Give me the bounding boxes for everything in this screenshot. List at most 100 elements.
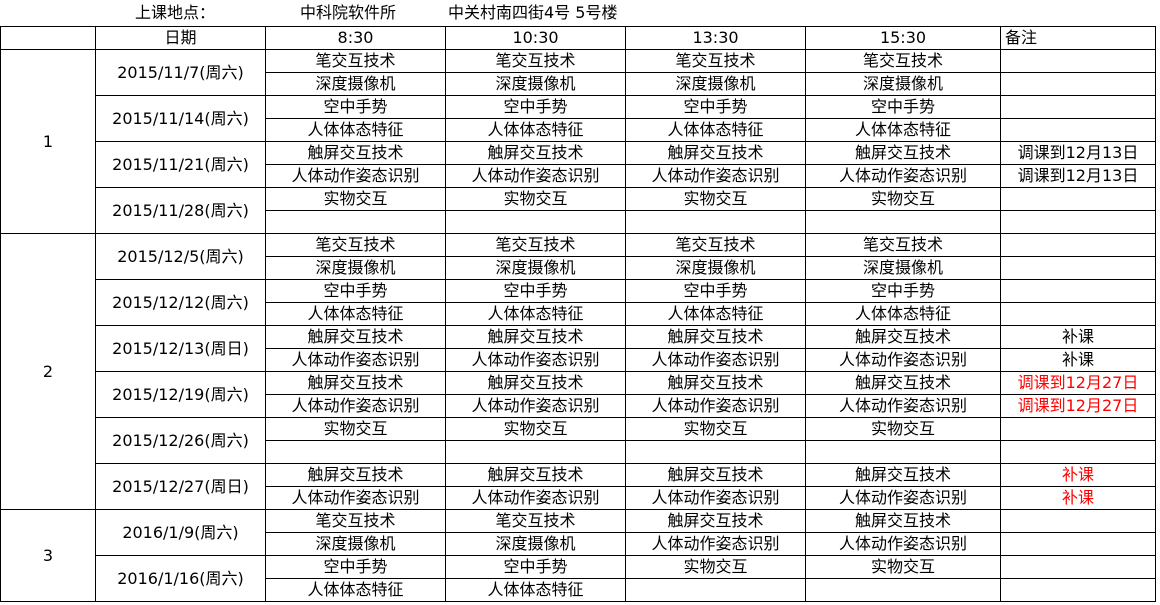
header-cell-time-1[interactable]: 8:30 <box>265 26 446 50</box>
course-cell[interactable]: 空中手势 <box>625 95 806 119</box>
course-cell[interactable]: 触屏交互技术 <box>445 325 626 349</box>
course-cell[interactable] <box>625 210 806 234</box>
course-cell[interactable] <box>625 440 806 464</box>
course-cell[interactable]: 人体体态特征 <box>265 302 446 326</box>
course-cell[interactable]: 人体动作姿态识别 <box>805 394 1001 418</box>
course-cell[interactable]: 人体体态特征 <box>805 118 1001 142</box>
note-cell[interactable] <box>1000 440 1156 464</box>
course-cell[interactable] <box>805 210 1001 234</box>
course-cell[interactable] <box>265 210 446 234</box>
course-cell[interactable]: 深度摄像机 <box>805 256 1001 280</box>
course-cell[interactable]: 人体体态特征 <box>625 118 806 142</box>
course-cell[interactable] <box>805 578 1001 602</box>
course-cell[interactable]: 深度摄像机 <box>445 532 626 556</box>
course-cell[interactable]: 人体动作姿态识别 <box>445 486 626 510</box>
course-cell[interactable]: 实物交互 <box>445 417 626 441</box>
date-cell[interactable]: 2015/11/14(周六) <box>95 95 266 142</box>
header-cell-blank[interactable] <box>0 26 96 50</box>
course-cell[interactable]: 实物交互 <box>265 417 446 441</box>
course-cell[interactable]: 人体体态特征 <box>265 578 446 602</box>
note-cell[interactable] <box>1000 49 1156 73</box>
course-cell[interactable]: 人体动作姿态识别 <box>445 164 626 188</box>
date-cell[interactable]: 2015/12/27(周日) <box>95 463 266 510</box>
group-label-cell[interactable]: 1 <box>0 49 96 234</box>
course-cell[interactable]: 人体体态特征 <box>445 118 626 142</box>
course-cell[interactable]: 触屏交互技术 <box>625 371 806 395</box>
course-cell[interactable]: 实物交互 <box>265 187 446 211</box>
location-label[interactable]: 上课地点： <box>135 0 215 26</box>
course-cell[interactable]: 触屏交互技术 <box>625 509 806 533</box>
note-cell[interactable] <box>1000 302 1156 326</box>
course-cell[interactable]: 人体动作姿态识别 <box>445 394 626 418</box>
header-cell-date[interactable]: 日期 <box>95 26 266 50</box>
course-cell[interactable]: 深度摄像机 <box>265 256 446 280</box>
course-cell[interactable]: 触屏交互技术 <box>805 325 1001 349</box>
course-cell[interactable] <box>445 210 626 234</box>
header-cell-note[interactable]: 备注 <box>1000 26 1156 50</box>
course-cell[interactable]: 笔交互技术 <box>265 509 446 533</box>
course-cell[interactable]: 触屏交互技术 <box>265 141 446 165</box>
course-cell[interactable]: 笔交互技术 <box>445 509 626 533</box>
course-cell[interactable]: 人体动作姿态识别 <box>625 394 806 418</box>
course-cell[interactable]: 空中手势 <box>265 95 446 119</box>
note-cell[interactable] <box>1000 72 1156 96</box>
course-cell[interactable]: 空中手势 <box>265 279 446 303</box>
course-cell[interactable]: 触屏交互技术 <box>265 325 446 349</box>
note-cell[interactable]: 补课 <box>1000 348 1156 372</box>
course-cell[interactable]: 笔交互技术 <box>625 233 806 257</box>
note-cell[interactable] <box>1000 417 1156 441</box>
note-cell[interactable]: 调课到12月27日 <box>1000 371 1156 395</box>
course-cell[interactable]: 实物交互 <box>625 187 806 211</box>
course-cell[interactable]: 笔交互技术 <box>445 49 626 73</box>
date-cell[interactable]: 2015/12/5(周六) <box>95 233 266 280</box>
course-cell[interactable]: 深度摄像机 <box>625 72 806 96</box>
date-cell[interactable]: 2015/12/12(周六) <box>95 279 266 326</box>
course-cell[interactable]: 人体动作姿态识别 <box>625 164 806 188</box>
course-cell[interactable]: 实物交互 <box>805 555 1001 579</box>
course-cell[interactable]: 人体动作姿态识别 <box>265 164 446 188</box>
course-cell[interactable]: 空中手势 <box>445 279 626 303</box>
course-cell[interactable]: 空中手势 <box>805 95 1001 119</box>
header-cell-time-2[interactable]: 10:30 <box>445 26 626 50</box>
course-cell[interactable]: 笔交互技术 <box>625 49 806 73</box>
note-cell[interactable] <box>1000 279 1156 303</box>
course-cell[interactable]: 触屏交互技术 <box>265 371 446 395</box>
course-cell[interactable]: 触屏交互技术 <box>265 463 446 487</box>
note-cell[interactable]: 调课到12月27日 <box>1000 394 1156 418</box>
course-cell[interactable]: 人体体态特征 <box>265 118 446 142</box>
course-cell[interactable]: 人体动作姿态识别 <box>265 394 446 418</box>
note-cell[interactable] <box>1000 187 1156 211</box>
note-cell[interactable] <box>1000 256 1156 280</box>
course-cell[interactable]: 笔交互技术 <box>265 49 446 73</box>
date-cell[interactable]: 2016/1/9(周六) <box>95 509 266 556</box>
course-cell[interactable]: 实物交互 <box>625 417 806 441</box>
course-cell[interactable]: 触屏交互技术 <box>805 463 1001 487</box>
course-cell[interactable]: 人体动作姿态识别 <box>625 348 806 372</box>
note-cell[interactable]: 调课到12月13日 <box>1000 164 1156 188</box>
course-cell[interactable]: 笔交互技术 <box>805 49 1001 73</box>
date-cell[interactable]: 2016/1/16(周六) <box>95 555 266 602</box>
course-cell[interactable]: 人体动作姿态识别 <box>805 532 1001 556</box>
course-cell[interactable]: 触屏交互技术 <box>445 371 626 395</box>
course-cell[interactable]: 触屏交互技术 <box>805 141 1001 165</box>
date-cell[interactable]: 2015/12/26(周六) <box>95 417 266 464</box>
date-cell[interactable]: 2015/11/21(周六) <box>95 141 266 188</box>
course-cell[interactable] <box>445 440 626 464</box>
course-cell[interactable]: 触屏交互技术 <box>445 141 626 165</box>
date-cell[interactable]: 2015/11/7(周六) <box>95 49 266 96</box>
course-cell[interactable]: 触屏交互技术 <box>625 325 806 349</box>
date-cell[interactable]: 2015/11/28(周六) <box>95 187 266 234</box>
course-cell[interactable]: 人体体态特征 <box>805 302 1001 326</box>
course-cell[interactable]: 空中手势 <box>445 555 626 579</box>
address[interactable]: 中关村南四街4号 5号楼 <box>448 0 617 26</box>
course-cell[interactable]: 人体体态特征 <box>445 302 626 326</box>
course-cell[interactable]: 人体动作姿态识别 <box>265 486 446 510</box>
course-cell[interactable]: 笔交互技术 <box>445 233 626 257</box>
course-cell[interactable]: 深度摄像机 <box>445 72 626 96</box>
course-cell[interactable]: 人体动作姿态识别 <box>805 486 1001 510</box>
course-cell[interactable]: 空中手势 <box>805 279 1001 303</box>
course-cell[interactable]: 触屏交互技术 <box>805 371 1001 395</box>
course-cell[interactable] <box>265 440 446 464</box>
course-cell[interactable]: 实物交互 <box>625 555 806 579</box>
course-cell[interactable]: 人体动作姿态识别 <box>265 348 446 372</box>
